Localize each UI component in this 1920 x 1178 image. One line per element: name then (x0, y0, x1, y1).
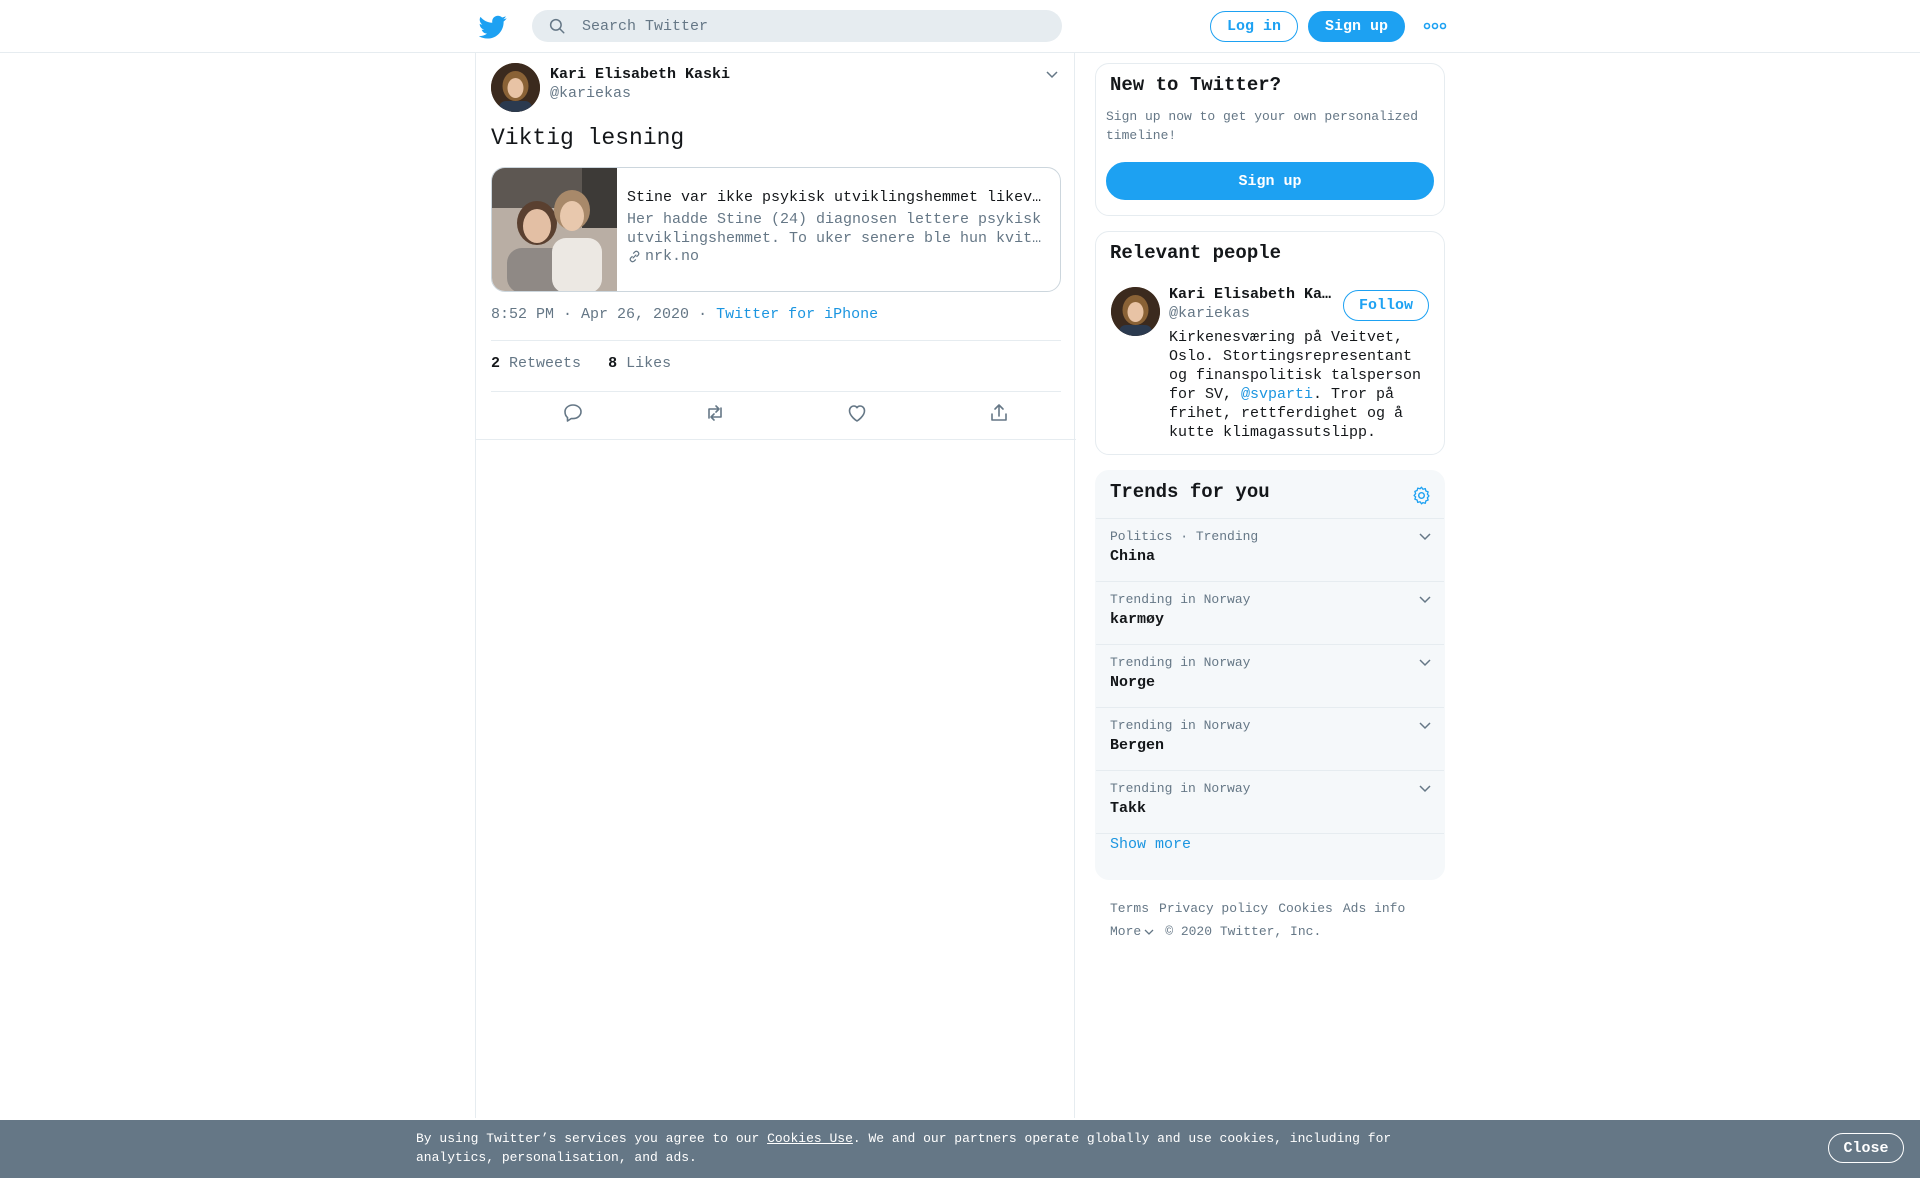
bio-mention-link[interactable]: @svparti (1241, 386, 1313, 403)
twitter-bird-icon[interactable] (479, 13, 507, 41)
footer-more-label: More (1110, 924, 1142, 939)
new-to-twitter-title: New to Twitter? (1110, 74, 1282, 96)
tweet-source[interactable]: Twitter for iPhone (716, 306, 878, 323)
trend-name: China (1110, 548, 1156, 565)
trends-header: Trends for you (1096, 471, 1444, 519)
gear-icon[interactable] (1411, 485, 1432, 506)
tweet-actions (491, 393, 1061, 433)
show-more-link[interactable]: Show more (1110, 836, 1191, 853)
trends-box: Trends for you Politics · Trending China… (1095, 470, 1445, 880)
person-bio: Kirkenesværing på Veitvet, Oslo. Stortin… (1169, 328, 1434, 442)
more-dots-icon[interactable] (1423, 18, 1447, 34)
retweets-stat[interactable]: 2 Retweets (491, 355, 581, 372)
likes-stat[interactable]: 8 Likes (608, 355, 671, 372)
footer-terms-link[interactable]: Terms (1110, 901, 1149, 916)
header-inner: Log in Sign up (476, 0, 1447, 53)
relevant-people-title: Relevant people (1110, 242, 1282, 264)
meta-separator: · (698, 306, 708, 323)
new-to-twitter-box: New to Twitter? Sign up now to get your … (1095, 63, 1445, 216)
trends-title: Trends for you (1110, 481, 1270, 503)
trend-item[interactable]: Trending in Norway Bergen (1096, 708, 1444, 771)
sidebar-footer: Terms Privacy policy Cookies Ads info More ©… (1110, 897, 1440, 943)
trend-item[interactable]: Trending in Norway Takk (1096, 771, 1444, 834)
reply-icon[interactable] (561, 401, 585, 425)
trend-item[interactable]: Trending in Norway karmøy (1096, 582, 1444, 645)
cookie-text: By using Twitter’s services you agree to… (416, 1129, 1416, 1167)
link-icon (629, 250, 640, 263)
divider (491, 391, 1061, 392)
trend-name: Takk (1110, 800, 1147, 817)
tweet-text: Viktig lesning (491, 125, 685, 151)
cookie-banner: By using Twitter’s services you agree to… (0, 1120, 1920, 1178)
chevron-down-icon[interactable] (1417, 528, 1433, 544)
card-image (492, 168, 617, 291)
chevron-down-icon[interactable] (1417, 654, 1433, 670)
card-description-line: utviklingshemmet. To uker senere ble hun… (627, 230, 1047, 247)
likes-label: Likes (626, 355, 672, 372)
trend-item[interactable]: Politics · Trending China (1096, 519, 1444, 582)
signup-button[interactable]: Sign up (1308, 11, 1405, 42)
trend-name: Bergen (1110, 737, 1165, 754)
search-icon (549, 18, 565, 34)
share-icon[interactable] (987, 401, 1011, 425)
link-card[interactable]: Stine var ikke psykisk utviklingshemmet … (491, 167, 1061, 292)
divider (476, 439, 1076, 440)
trend-context: Trending in Norway (1110, 592, 1251, 607)
trend-context: Trending in Norway (1110, 781, 1251, 796)
card-description-line: Her hadde Stine (24) diagnosen lettere p… (627, 211, 1042, 228)
search-input[interactable] (582, 17, 1022, 35)
author-handle[interactable]: @kariekas (550, 85, 631, 102)
footer-copyright: © 2020 Twitter, Inc. (1165, 924, 1322, 939)
chevron-down-icon (1144, 929, 1154, 935)
likes-count: 8 (608, 355, 618, 372)
tweet-stats: 2 Retweets 8 Likes (491, 355, 671, 372)
tweet-time[interactable]: 8:52 PM · Apr 26, 2020 (491, 306, 689, 323)
trend-context: Trending in Norway (1110, 655, 1251, 670)
trend-context: Politics · Trending (1110, 529, 1259, 544)
card-domain-text: nrk.no (645, 248, 700, 265)
tweet-meta: 8:52 PM · Apr 26, 2020 · Twitter for iPh… (491, 306, 878, 323)
top-header: Log in Sign up (0, 0, 1920, 53)
chevron-down-icon[interactable] (1043, 65, 1061, 83)
trend-name: karmøy (1110, 611, 1165, 628)
chevron-down-icon[interactable] (1417, 591, 1433, 607)
author-name[interactable]: Kari Elisabeth Kaski (550, 66, 730, 83)
chevron-down-icon[interactable] (1417, 717, 1433, 733)
person-name[interactable]: Kari Elisabeth Kaski (1169, 286, 1339, 303)
card-domain: nrk.no (627, 248, 699, 265)
footer-ads-link[interactable]: Ads info (1343, 901, 1405, 916)
login-button[interactable]: Log in (1210, 11, 1298, 42)
trend-item[interactable]: Trending in Norway Norge (1096, 645, 1444, 708)
new-to-twitter-subtitle: Sign up now to get your own personalized… (1106, 109, 1419, 143)
search-box[interactable] (532, 10, 1062, 42)
cookie-text-before: By using Twitter’s services you agree to… (416, 1131, 768, 1146)
cookies-use-link[interactable]: Cookies Use (767, 1131, 853, 1146)
follow-button[interactable]: Follow (1343, 290, 1429, 321)
footer-cookies-link[interactable]: Cookies (1278, 901, 1333, 916)
retweets-label: Retweets (509, 355, 582, 372)
trend-context: Trending in Norway (1110, 718, 1251, 733)
card-title: Stine var ikke psykisk utviklingshemmet … (627, 189, 1047, 206)
footer-privacy-link[interactable]: Privacy policy (1159, 901, 1268, 916)
trend-name: Norge (1110, 674, 1156, 691)
retweet-icon[interactable] (703, 401, 727, 425)
card-description: Her hadde Stine (24) diagnosen lettere p… (627, 210, 1047, 248)
divider (491, 340, 1061, 341)
person-handle[interactable]: @kariekas (1169, 305, 1250, 322)
retweets-count: 2 (491, 355, 501, 372)
footer-more-link[interactable]: More (1110, 920, 1155, 943)
close-button[interactable]: Close (1828, 1133, 1904, 1163)
like-icon[interactable] (845, 401, 869, 425)
avatar[interactable] (1111, 287, 1160, 336)
main-column: Kari Elisabeth Kaski @kariekas Viktig le… (475, 53, 1076, 1118)
relevant-people-box: Relevant people Kari Elisabeth Kaski @ka… (1095, 231, 1445, 455)
sidebar-signup-button[interactable]: Sign up (1106, 162, 1434, 200)
chevron-down-icon[interactable] (1417, 780, 1433, 796)
avatar[interactable] (491, 63, 540, 112)
